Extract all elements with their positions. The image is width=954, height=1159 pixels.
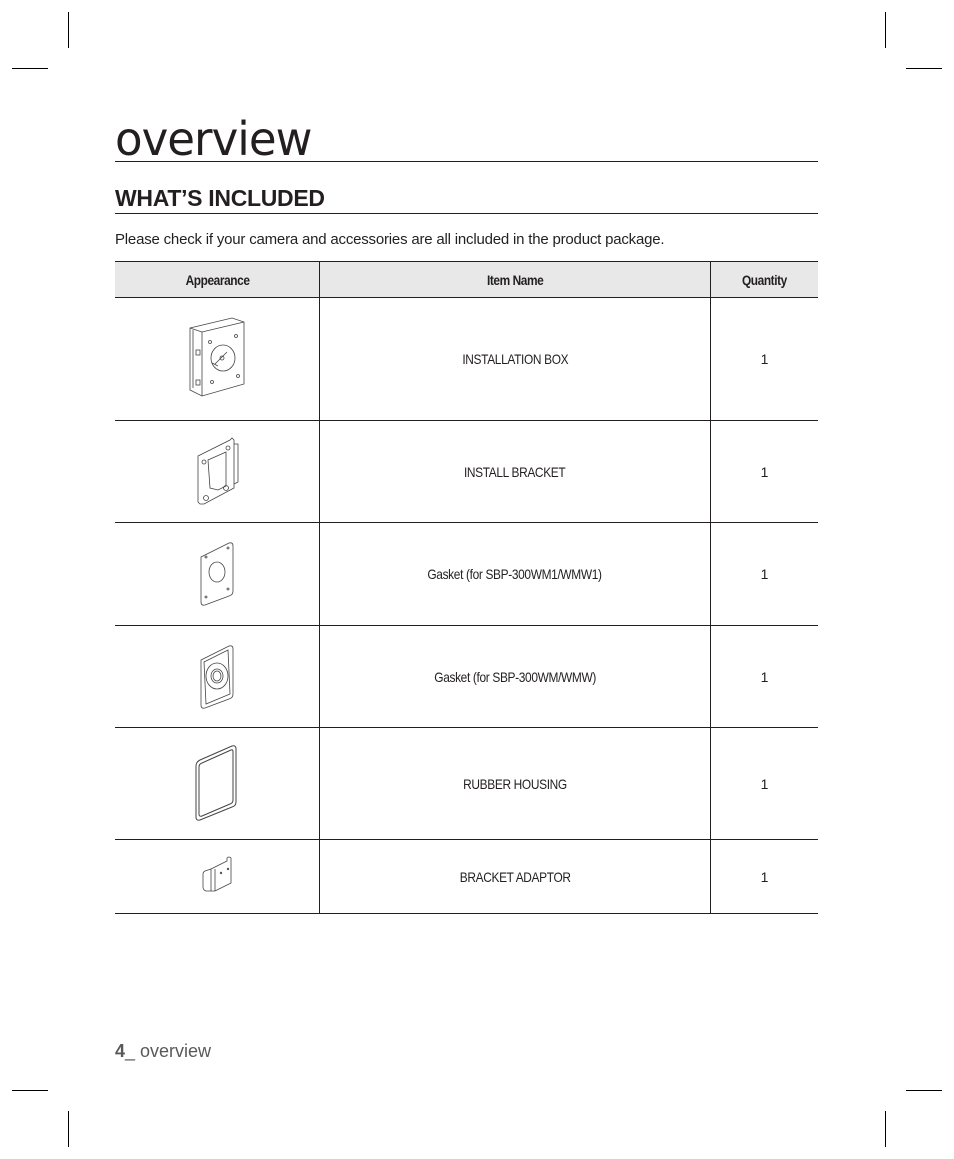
appearance-cell — [115, 839, 320, 914]
appearance-cell — [115, 297, 320, 421]
crop-mark — [906, 68, 942, 69]
item-name-cell: Gasket (for SBP-300WM1/WMW1) — [319, 522, 711, 626]
intro-text: Please check if your camera and accessor… — [115, 231, 665, 248]
table-row: Gasket (for SBP-300WM1/WMW1) 1 — [115, 522, 818, 626]
table-row: RUBBER HOUSING 1 — [115, 727, 818, 840]
item-name: Gasket (for SBP-300WM1/WMW1) — [427, 566, 603, 582]
page-number: 4 — [115, 1041, 126, 1061]
included-items-table: Appearance Item Name Quantity INSTALLATI… — [115, 261, 818, 914]
table-row: BRACKET ADAPTOR 1 — [115, 839, 818, 914]
header-appearance-label: Appearance — [185, 271, 250, 288]
crop-mark — [906, 1090, 942, 1091]
crop-mark — [885, 1111, 886, 1147]
crop-mark — [885, 12, 886, 48]
installation-box-icon — [189, 317, 245, 397]
gasket-wm1-icon — [200, 542, 234, 606]
item-quantity: 1 — [760, 868, 769, 885]
appearance-cell — [115, 420, 320, 523]
item-quantity: 1 — [760, 566, 769, 582]
chapter-rule — [115, 161, 818, 162]
chapter-title-text: overview — [115, 112, 312, 166]
item-name-cell: BRACKET ADAPTOR — [319, 839, 711, 914]
item-name-cell: INSTALL BRACKET — [319, 420, 711, 523]
crop-mark — [68, 1111, 69, 1147]
item-name-cell: RUBBER HOUSING — [319, 727, 711, 840]
item-quantity: 1 — [760, 351, 769, 367]
crop-mark — [12, 68, 48, 69]
header-item-name-label: Item Name — [486, 271, 544, 288]
footer-section: overview — [140, 1041, 212, 1061]
crop-mark — [12, 1090, 48, 1091]
quantity-cell: 1 — [709, 839, 818, 914]
item-quantity: 1 — [760, 775, 769, 792]
quantity-cell: 1 — [709, 625, 818, 728]
quantity-cell: 1 — [709, 420, 818, 523]
section-rule — [115, 213, 818, 214]
rubber-housing-icon — [195, 744, 237, 821]
bracket-adaptor-icon — [202, 856, 232, 891]
item-name-cell: Gasket (for SBP-300WM/WMW) — [319, 625, 711, 728]
header-quantity-label: Quantity — [741, 271, 787, 288]
header-item-name: Item Name — [319, 261, 711, 298]
item-name: Gasket (for SBP-300WM/WMW) — [434, 668, 596, 685]
item-name: INSTALL BRACKET — [464, 463, 566, 480]
header-quantity: Quantity — [709, 261, 818, 298]
item-name: BRACKET ADAPTOR — [459, 868, 571, 885]
quantity-cell: 1 — [709, 297, 818, 421]
footer-separator: _ — [125, 1041, 141, 1061]
chapter-title: overview — [115, 112, 316, 166]
appearance-cell — [115, 727, 320, 840]
item-quantity: 1 — [760, 463, 769, 480]
quantity-cell: 1 — [709, 727, 818, 840]
item-name: INSTALLATION BOX — [462, 351, 568, 367]
quantity-cell: 1 — [709, 522, 818, 626]
crop-mark — [68, 12, 69, 48]
table-row: Gasket (for SBP-300WM/WMW) 1 — [115, 625, 818, 728]
section-title: WHAT’S INCLUDED — [115, 185, 325, 211]
appearance-cell — [115, 522, 320, 626]
item-name-cell: INSTALLATION BOX — [319, 297, 711, 421]
install-bracket-icon — [197, 436, 239, 504]
table-header-row: Appearance Item Name Quantity — [115, 261, 818, 298]
item-quantity: 1 — [760, 668, 769, 685]
table-row: INSTALLATION BOX 1 — [115, 297, 818, 421]
item-name: RUBBER HOUSING — [463, 775, 567, 792]
appearance-cell — [115, 625, 320, 728]
gasket-wm-icon — [200, 644, 234, 709]
table-row: INSTALL BRACKET 1 — [115, 420, 818, 523]
header-appearance: Appearance — [115, 261, 320, 298]
page-footer: 4_ overview — [115, 1041, 211, 1062]
